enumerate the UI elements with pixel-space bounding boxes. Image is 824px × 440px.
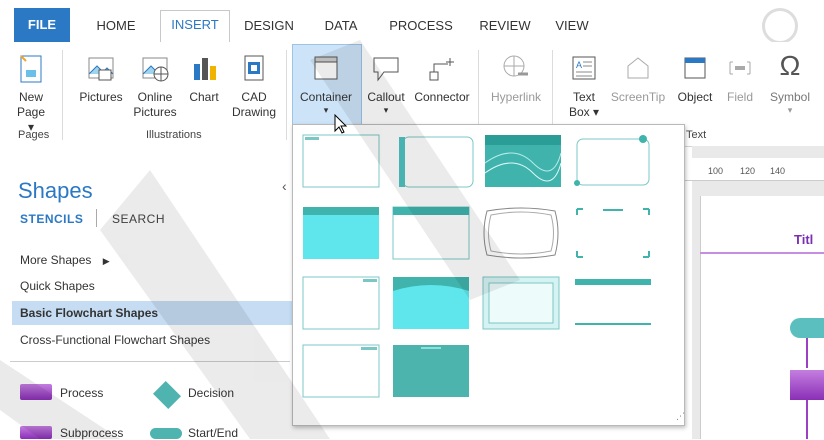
tab-search[interactable]: SEARCH	[112, 212, 165, 226]
process-shape-icon[interactable]	[20, 384, 52, 400]
stencil-label-start-end: Start/End	[188, 426, 239, 440]
tab-process[interactable]: PROCESS	[384, 12, 458, 40]
cad-drawing-button[interactable]: CAD Drawing	[228, 48, 280, 124]
ruler-tick: 120	[740, 166, 756, 176]
pane-divider	[10, 361, 290, 362]
container-style-14[interactable]	[391, 343, 471, 399]
pictures-icon	[88, 57, 114, 81]
stencil-label-decision: Decision	[188, 386, 235, 400]
hyperlink-button[interactable]: Hyperlink	[486, 48, 546, 124]
symbol-button[interactable]: Ω Symbol ▾	[764, 48, 816, 124]
new-page-button[interactable]: New Page ▾	[14, 48, 48, 134]
connector-icon	[429, 58, 454, 81]
canvas-connector	[806, 400, 808, 439]
container-style-1[interactable]	[301, 133, 381, 189]
online-pictures-button[interactable]: Online Pictures	[130, 48, 180, 124]
pane-tab-divider	[96, 209, 97, 227]
new-page-icon	[20, 55, 42, 83]
shapes-title: Shapes	[18, 178, 93, 203]
connector-button[interactable]: Connector	[410, 48, 474, 124]
title-underline	[700, 252, 824, 254]
tab-file[interactable]: FILE	[14, 8, 70, 42]
more-shapes-label: More Shapes	[20, 253, 92, 267]
group-label-illustrations: Illustrations	[146, 129, 202, 141]
container-style-13[interactable]	[301, 343, 381, 399]
callout-button[interactable]: Callout ▾	[362, 48, 410, 124]
group-separator	[62, 50, 63, 140]
hyperlink-icon	[503, 55, 528, 77]
text-box-button[interactable]: A Text Box ▾	[564, 48, 604, 124]
canvas-title-text: Titl	[794, 232, 814, 247]
ruler-tick: 100	[708, 166, 724, 176]
quick-shapes-item[interactable]: Quick Shapes	[20, 274, 95, 298]
group-separator	[286, 50, 287, 140]
callout-icon	[373, 57, 399, 82]
canvas-process-shape[interactable]	[790, 370, 824, 400]
object-button[interactable]: Object	[674, 48, 716, 124]
online-pictures-icon	[142, 57, 169, 82]
cad-drawing-icon	[244, 55, 264, 81]
callout-dropdown-arrow: ▾	[383, 105, 389, 115]
container-style-5[interactable]	[301, 205, 381, 261]
container-style-7[interactable]	[481, 205, 561, 261]
chart-icon	[194, 58, 216, 80]
tab-view[interactable]: VIEW	[552, 12, 592, 40]
ruler-tick: 140	[770, 166, 786, 176]
tab-review[interactable]: REVIEW	[474, 12, 536, 40]
collapse-ribbon-icon[interactable]	[762, 8, 798, 44]
symbol-dropdown-arrow: ▾	[787, 105, 793, 115]
mouse-cursor-icon	[334, 114, 348, 134]
tab-data[interactable]: DATA	[318, 12, 364, 40]
chevron-right-icon: ▶	[102, 256, 110, 266]
container-dropdown-arrow: ▾	[323, 105, 329, 115]
tab-design[interactable]: DESIGN	[238, 12, 300, 40]
stencil-label-process: Process	[60, 386, 104, 400]
tab-home[interactable]: HOME	[88, 12, 144, 40]
container-icon	[314, 56, 338, 80]
container-style-6[interactable]	[391, 205, 471, 261]
container-gallery: ⋰	[292, 124, 685, 426]
pictures-button[interactable]: Pictures	[76, 48, 126, 124]
container-style-9[interactable]	[301, 275, 381, 331]
container-style-10[interactable]	[391, 275, 471, 331]
screentip-icon	[627, 57, 649, 79]
container-style-8[interactable]	[573, 205, 653, 261]
container-style-2[interactable]	[395, 133, 475, 189]
group-label-pages: Pages	[18, 129, 50, 141]
container-style-11[interactable]	[481, 275, 561, 331]
container-style-3[interactable]	[483, 133, 563, 189]
basic-flowchart-item[interactable]: Basic Flowchart Shapes	[12, 301, 304, 325]
screentip-button[interactable]: ScreenTip	[606, 48, 670, 124]
container-style-4[interactable]	[573, 133, 653, 189]
container-style-12[interactable]	[573, 275, 653, 331]
chart-button[interactable]: Chart	[184, 48, 224, 124]
cross-functional-item[interactable]: Cross-Functional Flowchart Shapes	[20, 328, 210, 352]
group-label-text: Text	[686, 129, 707, 141]
tab-stencils[interactable]: STENCILS	[20, 212, 83, 226]
object-icon	[684, 57, 706, 79]
field-icon	[729, 61, 751, 75]
resize-grip-icon[interactable]: ⋰	[676, 411, 685, 422]
horizontal-ruler: 100 120 140	[680, 158, 824, 181]
canvas-start-shape[interactable]	[790, 318, 824, 338]
svg-text:A: A	[576, 60, 582, 70]
field-button[interactable]: Field	[722, 48, 758, 124]
omega-icon: Ω	[779, 50, 801, 81]
canvas-connector	[806, 338, 808, 368]
container-button[interactable]: Container ▾	[292, 48, 360, 124]
collapse-pane-icon[interactable]: ‹	[282, 178, 287, 194]
start-end-shape-icon[interactable]	[150, 428, 182, 439]
text-box-icon: A	[572, 56, 596, 80]
stencil-label-subprocess: Subprocess	[60, 426, 124, 440]
tab-insert[interactable]: INSERT	[160, 10, 230, 43]
subprocess-shape-icon[interactable]	[20, 426, 52, 439]
more-shapes-item[interactable]: More Shapes ▶	[20, 248, 110, 272]
